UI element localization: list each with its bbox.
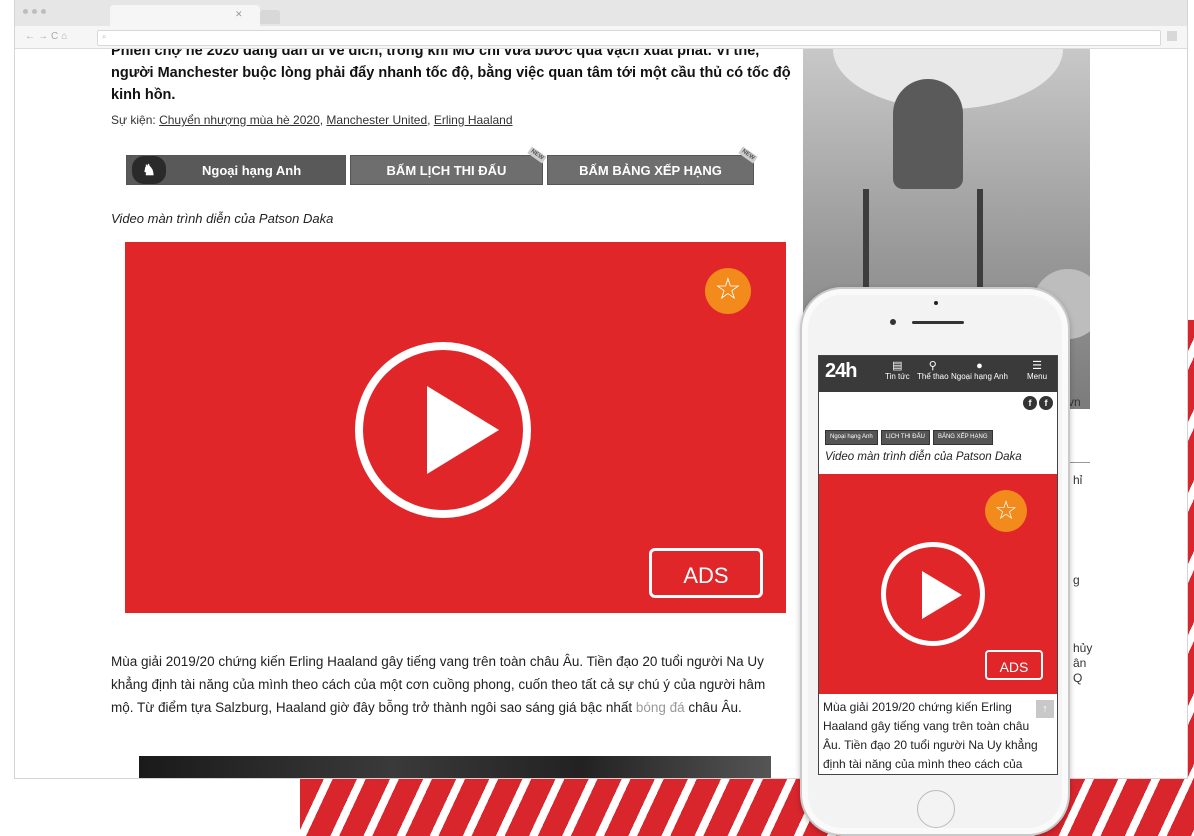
- article-photo: [139, 756, 771, 778]
- sidebar-fragment: Q: [1073, 671, 1083, 685]
- window-controls[interactable]: [23, 9, 46, 14]
- new-badge: NEW: [738, 146, 758, 164]
- phone-video-player[interactable]: ☆ ADS: [819, 474, 1057, 694]
- star-icon[interactable]: ☆: [985, 490, 1027, 532]
- phone-home-button[interactable]: [917, 790, 955, 828]
- phone-ads-button[interactable]: ADS: [985, 650, 1043, 680]
- hamburger-menu-icon: ☰: [1032, 360, 1042, 372]
- event-link-transfer[interactable]: Chuyển nhượng mùa hè 2020: [159, 113, 320, 127]
- runner-icon: ⚲: [928, 360, 937, 372]
- video-caption: Video màn trình diễn của Patson Daka: [111, 211, 334, 226]
- phone-nav-news[interactable]: ▤ Tin tức: [885, 360, 910, 381]
- ad-chair: [863, 189, 983, 299]
- phone-nav-label: Tin tức: [885, 372, 910, 381]
- sidebar-fragment: ân: [1073, 656, 1087, 670]
- ranking-button[interactable]: BẤM BẢNG XẾP HẠNG NEW: [547, 146, 758, 185]
- browser-menu-icon[interactable]: [1167, 31, 1177, 41]
- phone-nav-label: Thể thao: [917, 372, 949, 381]
- facebook-icon[interactable]: f: [1023, 396, 1037, 410]
- sidebar-fragment: hủy: [1073, 641, 1093, 655]
- league-nav-bar: ♞ Ngoại hạng Anh BẤM LỊCH THI ĐẤU NEW BẤ…: [126, 146, 758, 185]
- search-icon: ⌕: [102, 32, 107, 41]
- premier-league-button[interactable]: ♞ Ngoại hạng Anh: [126, 155, 346, 185]
- browser-toolbar: ←→C⌂ ⌕: [15, 26, 1187, 49]
- ranking-label: BẤM BẢNG XẾP HẠNG: [579, 162, 722, 178]
- social-icons: f f: [1023, 396, 1053, 410]
- phone-video-caption: Video màn trình diễn của Patson Daka: [825, 451, 1022, 463]
- phone-nav-label: Ngoại hạng Anh: [951, 372, 1008, 381]
- phone-sensor: [934, 301, 938, 305]
- new-tab-button[interactable]: [260, 10, 280, 24]
- ad-model: [893, 79, 963, 189]
- phone-screen: 24h ▤ Tin tức ⚲ Thể thao ● Ngoại hạng Anh ☰…: [818, 355, 1058, 775]
- schedule-label: BẤM LỊCH THI ĐẤU: [386, 162, 507, 178]
- event-link-haaland[interactable]: Erling Haaland: [434, 113, 513, 127]
- events-label: Sự kiện:: [111, 113, 156, 127]
- events-line: Sự kiện: Chuyển nhượng mùa hè 2020, Manc…: [111, 113, 513, 127]
- scroll-up-icon[interactable]: ↑: [1036, 700, 1054, 718]
- phone-mockup: 24h ▤ Tin tức ⚲ Thể thao ● Ngoại hạng Anh ☰…: [800, 287, 1070, 836]
- phone-league-nav: Ngoại hạng Anh LỊCH THI ĐẤU BẢNG XẾP HẠN…: [825, 430, 993, 445]
- phone-schedule-button[interactable]: LỊCH THI ĐẤU: [880, 430, 930, 445]
- ball-icon: ●: [976, 360, 983, 372]
- site-logo[interactable]: 24h: [825, 360, 857, 383]
- premier-league-lion-icon: ♞: [132, 156, 166, 184]
- article-lead: Phiên chợ hè 2020 đang dần đi về đích, t…: [111, 49, 791, 103]
- article-body: Mùa giải 2019/20 chứng kiến Erling Haala…: [111, 650, 789, 719]
- article: Phiên chợ hè 2020 đang dần đi về đích, t…: [111, 49, 801, 127]
- browser-titlebar: ✕: [15, 0, 1187, 26]
- sidebar-fragment: hỉ: [1073, 473, 1083, 487]
- play-button[interactable]: [355, 342, 531, 518]
- address-bar[interactable]: ⌕: [97, 30, 1161, 46]
- play-icon: [922, 571, 962, 619]
- phone-article-text: Mùa giải 2019/20 chứng kiến Erling Haala…: [823, 700, 1038, 771]
- play-icon: [427, 386, 499, 474]
- phone-premier-league-button[interactable]: Ngoại hạng Anh: [825, 430, 878, 445]
- event-link-mu[interactable]: Manchester United: [326, 113, 427, 127]
- phone-camera: [890, 319, 896, 325]
- schedule-button[interactable]: BẤM LỊCH THI ĐẤU NEW: [350, 146, 547, 185]
- phone-nav-premier-league[interactable]: ● Ngoại hạng Anh: [951, 360, 1008, 381]
- new-badge: NEW: [527, 146, 547, 164]
- phone-header: 24h ▤ Tin tức ⚲ Thể thao ● Ngoại hạng Anh ☰…: [819, 356, 1057, 392]
- phone-nav-menu[interactable]: ☰ Menu: [1027, 360, 1047, 381]
- football-link[interactable]: bóng đá: [636, 700, 685, 715]
- sidebar-fragment: g: [1073, 573, 1080, 587]
- close-tab-icon[interactable]: ✕: [235, 9, 243, 20]
- phone-nav-label: Menu: [1027, 372, 1048, 381]
- body-text-2: châu Âu.: [684, 700, 742, 715]
- facebook-icon[interactable]: f: [1039, 396, 1053, 410]
- phone-ranking-button[interactable]: BẢNG XẾP HẠNG: [932, 430, 993, 445]
- phone-play-button[interactable]: [881, 542, 985, 646]
- video-player[interactable]: ☆ ADS: [125, 242, 786, 613]
- ads-button[interactable]: ADS: [649, 548, 763, 598]
- nav-buttons[interactable]: ←→C⌂: [25, 31, 70, 42]
- premier-league-label: Ngoại hạng Anh: [202, 162, 302, 178]
- news-icon: ▤: [892, 360, 903, 372]
- phone-nav-sports[interactable]: ⚲ Thể thao: [917, 360, 949, 381]
- phone-speaker: [912, 321, 964, 324]
- star-icon[interactable]: ☆: [705, 268, 751, 314]
